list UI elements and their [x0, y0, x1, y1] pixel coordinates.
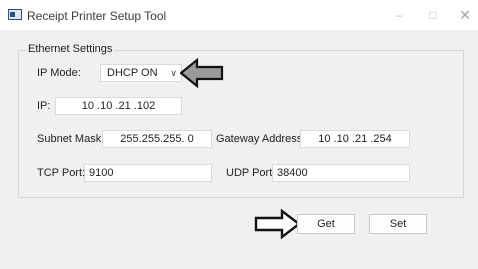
arrow-pointer-icon — [180, 57, 224, 89]
subnet-mask-label: Subnet Mask: — [37, 133, 105, 145]
maximize-icon[interactable]: □ — [418, 4, 448, 26]
chevron-down-icon: ∨ — [170, 68, 177, 78]
udp-port-label: UDP Port: — [226, 167, 276, 179]
app-icon — [8, 9, 22, 20]
subnet-mask-input[interactable]: 255.255.255. 0 — [102, 130, 212, 148]
gateway-address-input[interactable]: 10 .10 .21 .254 — [300, 130, 410, 148]
ethernet-settings-title: Ethernet Settings — [26, 43, 115, 55]
window-title: Receipt Printer Setup Tool — [27, 9, 167, 23]
close-icon[interactable]: ✕ — [450, 4, 478, 26]
minimize-icon[interactable]: – — [384, 4, 414, 26]
ip-mode-select[interactable]: DHCP ON ∨ — [100, 64, 182, 82]
ip-input[interactable]: 10 .10 .21 .102 — [55, 97, 182, 115]
gateway-address-label: Gateway Address: — [216, 133, 306, 145]
ip-label: IP: — [37, 100, 51, 112]
tcp-port-label: TCP Port: — [37, 167, 86, 179]
ip-mode-value: DHCP ON — [107, 67, 158, 79]
udp-port-input[interactable]: 38400 — [272, 164, 410, 182]
ip-mode-label: IP Mode: — [37, 67, 81, 79]
get-button[interactable]: Get — [297, 214, 355, 234]
title-bar: Receipt Printer Setup Tool – □ ✕ — [0, 0, 478, 30]
tcp-port-input[interactable]: 9100 — [84, 164, 212, 182]
arrow-pointer-icon — [254, 208, 300, 240]
set-button[interactable]: Set — [369, 214, 427, 234]
